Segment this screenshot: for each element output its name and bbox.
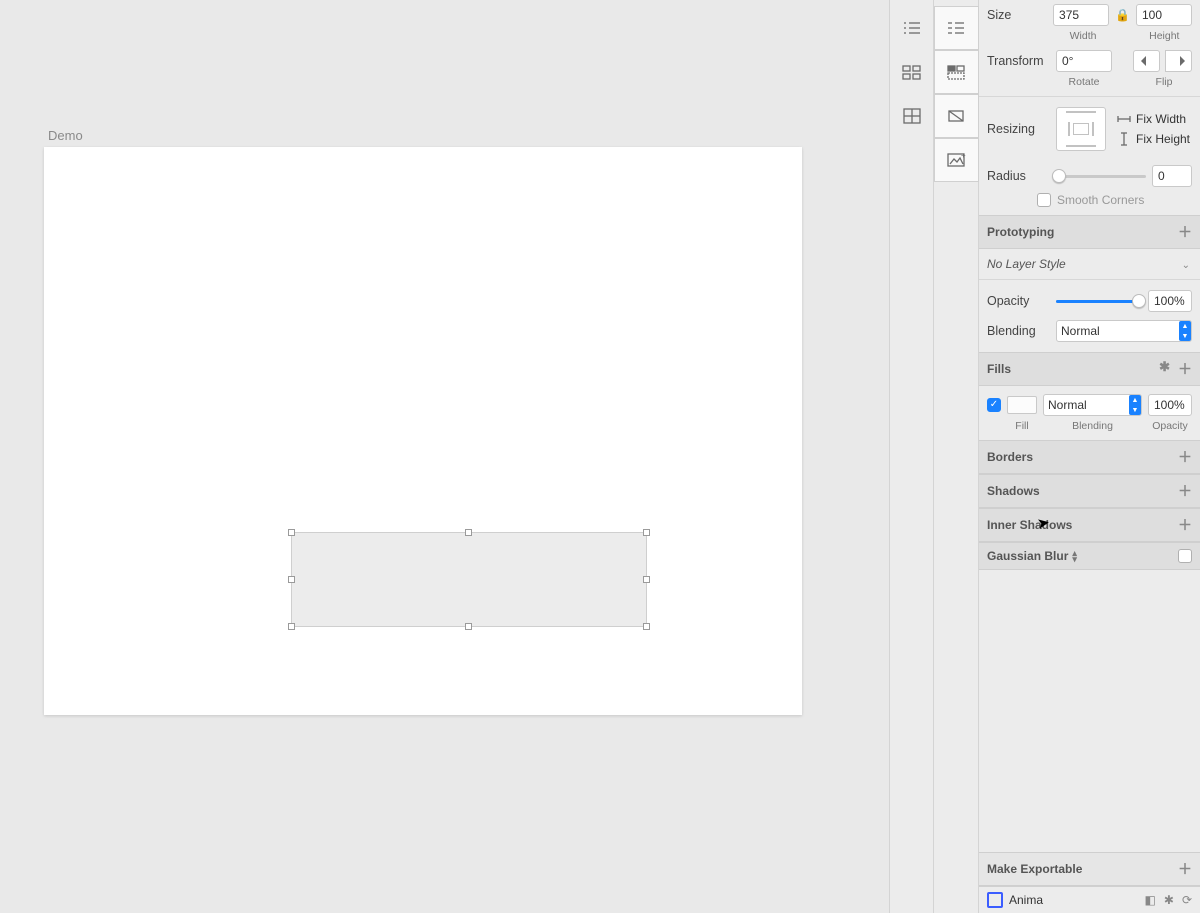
rotate-input[interactable] [1056, 50, 1112, 72]
width-input[interactable] [1053, 4, 1109, 26]
fills-settings-icon[interactable]: ✱ [1159, 359, 1170, 379]
opacity-input[interactable] [1148, 290, 1192, 312]
inspector-tab-column [889, 0, 934, 913]
fill-blending-select[interactable]: Normal [1043, 394, 1142, 416]
resize-handle-tr[interactable] [643, 529, 650, 536]
resize-handle-bl[interactable] [288, 623, 295, 630]
blending-select[interactable]: Normal [1056, 320, 1192, 342]
tab-properties-icon[interactable] [934, 6, 979, 50]
resizing-constraints[interactable] [1056, 107, 1106, 151]
add-inner-shadow-icon[interactable]: ＋ [1178, 515, 1192, 535]
resize-handle-tl[interactable] [288, 529, 295, 536]
canvas-area[interactable]: Demo [0, 0, 889, 913]
anima-plugin-row[interactable]: Anima ◧ ✱ ⟳ [979, 886, 1200, 913]
anima-panel-icon[interactable]: ◧ [1145, 893, 1156, 907]
blending-label: Blending [987, 324, 1050, 338]
gaussian-enable-checkbox[interactable] [1178, 549, 1192, 563]
rotate-sublabel: Rotate [1056, 76, 1112, 88]
artboard[interactable] [44, 147, 802, 715]
smooth-corners-label: Smooth Corners [1057, 193, 1144, 207]
fill-opacity-input[interactable] [1148, 394, 1192, 416]
resize-handle-ml[interactable] [288, 576, 295, 583]
blending-stepper-icon[interactable]: ▲▼ [1179, 321, 1191, 341]
flip-vertical-icon[interactable] [1165, 50, 1192, 72]
borders-header: Borders ＋ [979, 440, 1200, 474]
tab-selection-icon[interactable] [934, 50, 979, 94]
radius-input[interactable] [1152, 165, 1192, 187]
anima-gear-icon[interactable]: ✱ [1164, 893, 1174, 907]
add-fill-icon[interactable]: ＋ [1178, 359, 1192, 379]
add-shadow-icon[interactable]: ＋ [1178, 481, 1192, 501]
resize-handle-bm[interactable] [465, 623, 472, 630]
selected-rectangle[interactable] [291, 532, 647, 627]
fill-blending-sublabel: Blending [1043, 420, 1142, 432]
fill-color-swatch[interactable] [1007, 396, 1037, 414]
opacity-label: Opacity [987, 294, 1050, 308]
fix-width-label[interactable]: Fix Width [1136, 112, 1186, 126]
size-label: Size [987, 8, 1047, 22]
lock-icon[interactable]: 🔒 [1115, 8, 1130, 22]
tab-grid-icon[interactable] [889, 50, 934, 94]
radius-slider[interactable] [1056, 175, 1146, 178]
anima-refresh-icon[interactable]: ⟳ [1182, 893, 1192, 907]
height-sublabel: Height [1137, 30, 1192, 42]
inspector-tab-column-2: + [934, 0, 979, 913]
blur-stepper-icon[interactable]: ▴▾ [1072, 550, 1077, 563]
add-export-icon[interactable]: ＋ [1178, 859, 1192, 879]
width-sublabel: Width [1055, 30, 1110, 42]
inner-shadows-header: Inner Shadows ＋ [979, 508, 1200, 542]
tab-list-view-icon[interactable] [889, 6, 934, 50]
flip-horizontal-icon[interactable] [1133, 50, 1160, 72]
flip-sublabel: Flip [1136, 76, 1192, 88]
fills-header: Fills ✱ ＋ [979, 352, 1200, 386]
gaussian-blur-header: Gaussian Blur ▴▾ [979, 542, 1200, 570]
resize-handle-tm[interactable] [465, 529, 472, 536]
tab-grid-lines-icon[interactable] [889, 94, 934, 138]
tab-transform-icon[interactable] [934, 94, 979, 138]
opacity-slider[interactable] [1056, 300, 1142, 303]
anima-label: Anima [1009, 893, 1043, 907]
fill-sublabel: Fill [1007, 420, 1037, 432]
add-prototyping-icon[interactable]: ＋ [1178, 222, 1192, 242]
svg-text:+: + [961, 152, 966, 160]
fill-blending-stepper-icon[interactable]: ▲▼ [1129, 395, 1141, 415]
tab-image-icon[interactable]: + [934, 138, 979, 182]
layer-style-dropdown[interactable]: No Layer Style ⌄ [979, 249, 1200, 280]
resizing-label: Resizing [987, 122, 1050, 136]
fix-height-label[interactable]: Fix Height [1136, 132, 1190, 146]
inspector-panel: Size 🔒 Width Height Transform Rotate Fli… [979, 0, 1200, 913]
shadows-header: Shadows ＋ [979, 474, 1200, 508]
artboard-label[interactable]: Demo [48, 128, 83, 143]
chevron-down-icon: ⌄ [1182, 260, 1190, 271]
height-input[interactable] [1136, 4, 1192, 26]
exportable-header: Make Exportable ＋ [979, 852, 1200, 886]
fix-height-icon [1116, 132, 1132, 146]
anima-icon [987, 892, 1003, 908]
fill-opacity-sublabel: Opacity [1148, 420, 1192, 432]
transform-label: Transform [987, 54, 1050, 68]
fill-enable-checkbox[interactable] [987, 398, 1001, 412]
radius-label: Radius [987, 169, 1050, 183]
prototyping-header[interactable]: Prototyping ＋ [979, 215, 1200, 249]
resize-handle-mr[interactable] [643, 576, 650, 583]
add-border-icon[interactable]: ＋ [1178, 447, 1192, 467]
fix-width-icon [1116, 114, 1132, 124]
smooth-corners-checkbox[interactable] [1037, 193, 1051, 207]
resize-handle-br[interactable] [643, 623, 650, 630]
